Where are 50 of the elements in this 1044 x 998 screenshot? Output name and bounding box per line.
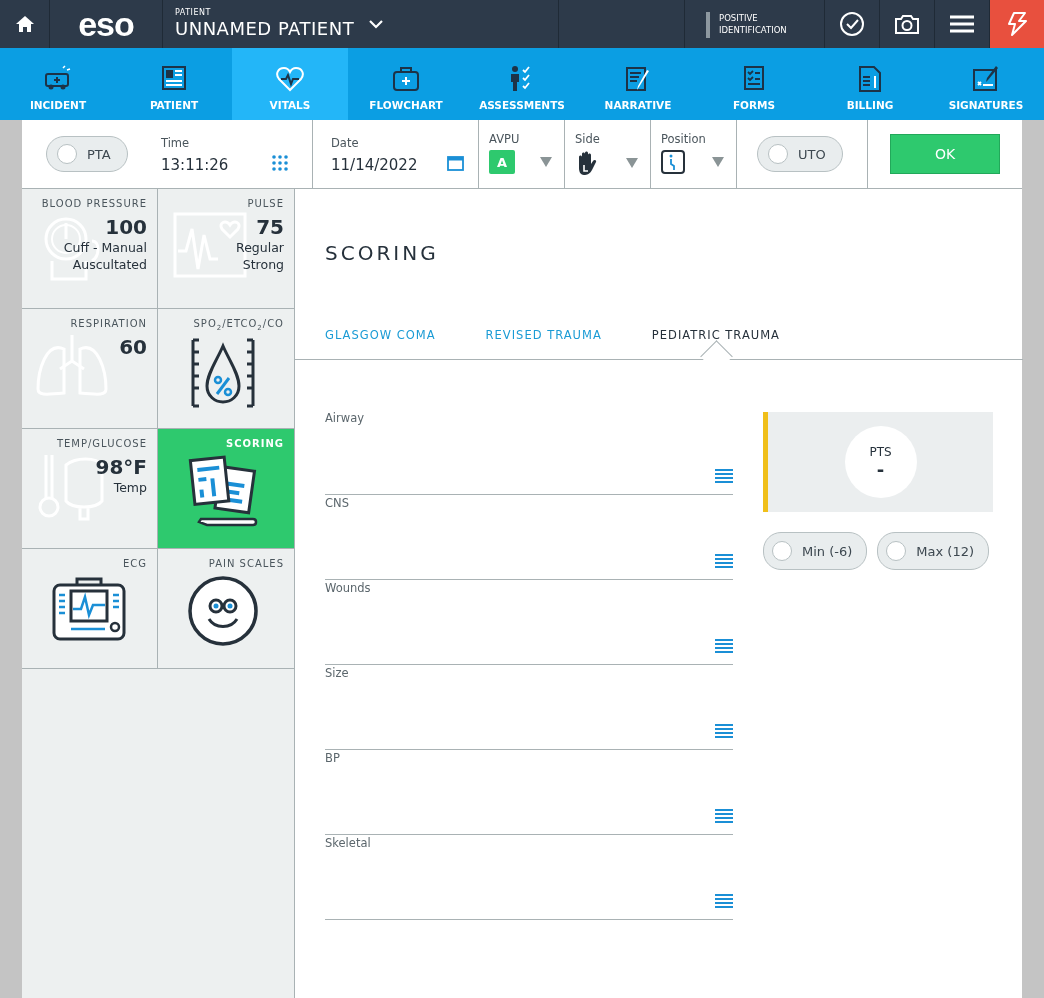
lightning-button[interactable]: [989, 0, 1044, 48]
list-icon: [715, 724, 733, 738]
heart-icon: [275, 65, 305, 93]
calendar-icon[interactable]: [447, 155, 464, 171]
menu-icon: [949, 14, 975, 34]
list-icon: [715, 809, 733, 823]
list-icon: [715, 554, 733, 568]
keypad-icon[interactable]: [272, 155, 288, 171]
position-icon: [661, 150, 685, 174]
logo: eso: [78, 7, 134, 41]
vitals-tile[interactable]: ECG: [22, 549, 158, 669]
list-icon: [715, 894, 733, 908]
time-value[interactable]: 13:11:26: [161, 156, 229, 174]
uto-toggle[interactable]: UTO: [757, 136, 843, 172]
date-value[interactable]: 11/14/2022: [331, 156, 418, 174]
field-label: Airway: [325, 410, 366, 426]
lightning-icon: [1005, 11, 1029, 37]
patient-label: PATIENT: [175, 8, 212, 18]
vitals-tile[interactable]: TEMP/GLUCOSE 98°F Temp: [22, 429, 158, 549]
field-label: Wounds: [325, 580, 372, 596]
field-label: Size: [325, 665, 350, 681]
medical-bag-icon: [391, 65, 421, 93]
avpu-label: AVPU: [489, 132, 521, 146]
vitals-tile[interactable]: RESPIRATION 60: [22, 309, 158, 429]
pta-toggle[interactable]: PTA: [46, 136, 128, 172]
points-label: PTS: [869, 445, 892, 459]
position-label: Position: [661, 132, 707, 146]
vitals-tile[interactable]: BLOOD PRESSURE 100 Cuff - Manual Auscultated: [22, 189, 158, 309]
points-value: -: [876, 461, 885, 479]
check-circle-icon: [839, 11, 865, 37]
chevron-down-icon[interactable]: [368, 19, 385, 29]
patient-card-icon: [159, 65, 189, 93]
field-label: Skeletal: [325, 835, 372, 851]
dropdown-arrow-icon[interactable]: [626, 158, 638, 168]
side-label: Side: [575, 132, 601, 146]
home-icon: [14, 14, 35, 34]
option-toggle[interactable]: Min (-6): [763, 532, 868, 570]
patient-name: UNNAMED PATIENT: [175, 18, 355, 40]
field-label: CNS: [325, 495, 350, 511]
option-toggle[interactable]: Max (12): [877, 532, 989, 570]
date-label: Date: [331, 136, 360, 150]
list-icon: [715, 639, 733, 653]
field-label: BP: [325, 750, 341, 766]
camera-icon: [894, 13, 920, 35]
signature-icon: [971, 65, 1001, 93]
time-label: Time: [161, 136, 191, 150]
section-title: SCORING: [325, 241, 440, 265]
dropdown-arrow-icon[interactable]: [712, 157, 724, 167]
dropdown-arrow-icon[interactable]: [540, 157, 552, 167]
list-icon: [715, 469, 733, 483]
